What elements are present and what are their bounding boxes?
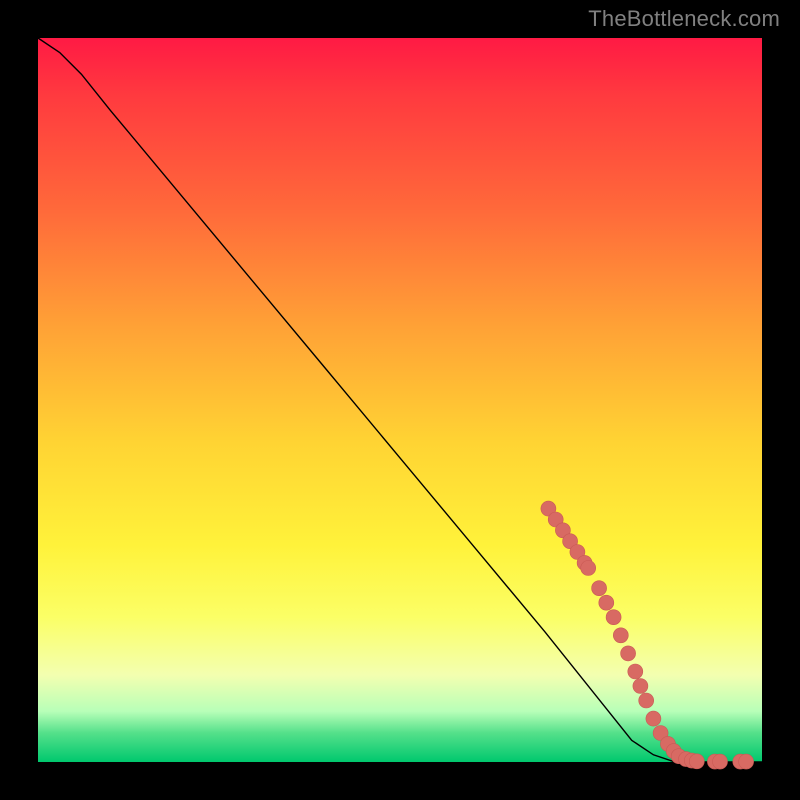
data-point (581, 561, 596, 576)
watermark-text: TheBottleneck.com (588, 6, 780, 32)
data-point (599, 595, 614, 610)
data-point (613, 628, 628, 643)
data-point (606, 610, 621, 625)
data-point (592, 581, 607, 596)
data-markers (541, 501, 754, 769)
data-point (628, 664, 643, 679)
chart-overlay (38, 38, 762, 762)
data-point (689, 754, 704, 769)
data-point (646, 711, 661, 726)
bottleneck-curve (38, 38, 762, 762)
chart-frame: TheBottleneck.com (0, 0, 800, 800)
data-point (621, 646, 636, 661)
data-point (639, 693, 654, 708)
data-point (739, 754, 754, 769)
data-point (633, 679, 648, 694)
data-point (713, 754, 728, 769)
